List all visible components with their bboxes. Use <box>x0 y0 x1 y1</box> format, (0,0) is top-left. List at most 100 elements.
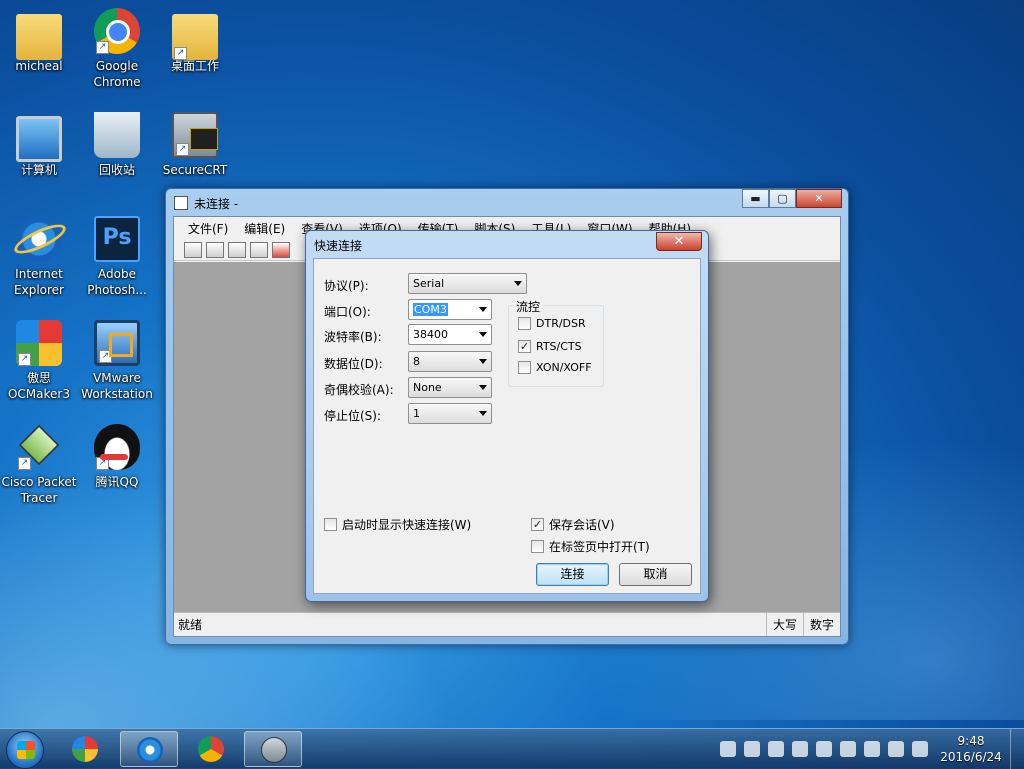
user-folder-icon <box>16 14 62 60</box>
protocol-select[interactable]: Serial <box>408 273 527 294</box>
system-tray: 9:48 2016/6/24 <box>716 729 1024 769</box>
photoshop-icon: Ps <box>94 216 140 262</box>
checkmark-icon: ✓ <box>531 518 544 531</box>
shortcut-arrow-icon: ↗ <box>176 143 189 156</box>
volume-icon[interactable] <box>912 741 928 757</box>
packet-tracer-icon: ↗ <box>16 424 62 470</box>
dropdown-arrow-icon <box>479 307 487 312</box>
taskbar-store[interactable] <box>56 731 114 767</box>
window-controls: ▬ ▢ ✕ <box>742 189 842 208</box>
baud-value: 38400 <box>413 328 448 341</box>
desktop-icon-photoshop[interactable]: Ps Adobe Photosh... <box>78 216 156 298</box>
open-in-tab-checkbox[interactable]: 在标签页中打开(T) <box>531 538 650 555</box>
maximize-button[interactable]: ▢ <box>769 189 796 208</box>
close-button[interactable]: ✕ <box>796 189 842 208</box>
reconnect-icon[interactable] <box>250 241 268 258</box>
desktop-icon-ie[interactable]: Internet Explorer <box>0 216 78 298</box>
dialog-close-button[interactable]: ✕ <box>656 232 702 251</box>
rts-cts-label: RTS/CTS <box>536 340 582 353</box>
chrome-icon: ↗ <box>94 8 140 54</box>
desktop-icon-label: micheal <box>15 59 63 73</box>
dtr-dsr-label: DTR/DSR <box>536 317 586 330</box>
dtr-dsr-checkbox[interactable]: DTR/DSR <box>518 317 586 330</box>
dialog-title: 快速连接 <box>314 239 363 253</box>
rts-cts-checkbox[interactable]: ✓ RTS/CTS <box>518 340 582 353</box>
taskbar-securecrt[interactable] <box>244 731 302 767</box>
save-session-checkbox[interactable]: ✓ 保存会话(V) <box>531 516 615 533</box>
quick-connect-dialog[interactable]: 快速连接 ✕ 协议(P): Serial 端口(O): COM3 波特率(B):… <box>305 230 709 602</box>
baud-combo[interactable]: 38400 <box>408 324 492 345</box>
disconnect-icon[interactable] <box>272 241 290 258</box>
computer-icon <box>16 116 62 162</box>
app-tray-icon[interactable] <box>816 741 832 757</box>
ime-icon[interactable] <box>744 741 760 757</box>
desktop-icon-label: VMware Workstation <box>81 371 153 401</box>
port-combo[interactable]: COM3 <box>408 299 492 320</box>
taskbar-chrome[interactable] <box>182 731 240 767</box>
desktop-icon-packet-tracer[interactable]: ↗ Cisco Packet Tracer <box>0 424 78 506</box>
databits-select[interactable]: 8 <box>408 351 492 372</box>
keyboard-icon[interactable] <box>720 741 736 757</box>
desktop-icon-label: SecureCRT <box>162 163 228 177</box>
antivirus-icon[interactable] <box>840 741 856 757</box>
cancel-button[interactable]: 取消 <box>619 563 692 586</box>
dropdown-arrow-icon <box>479 359 487 364</box>
connect-in-tab-icon[interactable] <box>228 241 246 258</box>
desktop-icon-qq[interactable]: ↗ 腾讯QQ <box>78 424 156 490</box>
action-center-icon[interactable] <box>864 741 880 757</box>
recycle-bin-icon <box>94 112 140 158</box>
desktop-icon-label: Internet Explorer <box>14 267 64 297</box>
shortcut-arrow-icon: ↗ <box>174 47 187 60</box>
desktop-icon-micheal[interactable]: micheal <box>0 8 78 74</box>
dropdown-arrow-icon <box>514 281 522 286</box>
desktop-icon-ocmaker[interactable]: ↗ 傲思 OCMaker3 <box>0 320 78 402</box>
securecrt-icon <box>261 737 287 763</box>
desktop-icon-work-folder[interactable]: ↗ 桌面工作 <box>156 8 234 74</box>
stopbits-label: 停止位(S): <box>324 409 382 423</box>
menu-file[interactable]: 文件(F) <box>188 220 228 237</box>
folder-icon: ↗ <box>172 14 218 60</box>
show-on-startup-checkbox[interactable]: 启动时显示快速连接(W) <box>324 516 471 533</box>
protocol-label: 协议(P): <box>324 279 369 293</box>
quick-connect-icon[interactable] <box>206 241 224 258</box>
databits-label: 数据位(D): <box>324 357 383 371</box>
minimize-button[interactable]: ▬ <box>742 189 769 208</box>
checkbox-box <box>518 317 531 330</box>
connect-icon[interactable] <box>184 241 202 258</box>
show-hidden-icons-icon[interactable] <box>792 741 808 757</box>
start-button[interactable] <box>6 731 44 769</box>
xon-xoff-checkbox[interactable]: XON/XOFF <box>518 361 592 374</box>
chrome-icon <box>198 736 224 762</box>
desktop-icon-chrome[interactable]: ↗ Google Chrome <box>78 8 156 90</box>
desktop-icon-label: 腾讯QQ <box>95 475 139 489</box>
status-bar: 就绪 大写 数字 <box>174 612 840 636</box>
show-desktop-button[interactable] <box>1010 729 1024 769</box>
desktop-icon-computer[interactable]: 计算机 <box>0 112 78 178</box>
databits-value: 8 <box>413 355 420 368</box>
baud-label: 波特率(B): <box>324 330 382 344</box>
shortcut-arrow-icon: ↗ <box>18 457 31 470</box>
protocol-value: Serial <box>413 277 445 290</box>
port-value: COM3 <box>413 303 448 316</box>
desktop-icon-recycle-bin[interactable]: 回收站 <box>78 112 156 178</box>
parity-select[interactable]: None <box>408 377 492 398</box>
stopbits-select[interactable]: 1 <box>408 403 492 424</box>
checkmark-icon: ✓ <box>518 340 531 353</box>
network-icon[interactable] <box>888 741 904 757</box>
stopbits-value: 1 <box>413 407 420 420</box>
shortcut-arrow-icon: ↗ <box>18 353 31 366</box>
connect-button[interactable]: 连接 <box>536 563 609 586</box>
checkbox-box <box>324 518 337 531</box>
menu-edit[interactable]: 编辑(E) <box>244 220 285 237</box>
open-in-tab-label: 在标签页中打开(T) <box>549 540 650 554</box>
status-text: 就绪 <box>178 618 203 632</box>
clock[interactable]: 9:48 2016/6/24 <box>932 733 1010 765</box>
help-icon[interactable] <box>768 741 784 757</box>
desktop-icon-securecrt[interactable]: ↗ SecureCRT <box>156 112 234 178</box>
desktop-icon-label: 计算机 <box>20 163 57 177</box>
port-label: 端口(O): <box>324 305 371 319</box>
desktop-icon-vmware[interactable]: ↗ VMware Workstation <box>78 320 156 402</box>
taskbar-ie[interactable] <box>120 731 178 767</box>
vmware-icon: ↗ <box>94 320 140 366</box>
window-titlebar[interactable]: 未连接 - <box>174 193 238 213</box>
